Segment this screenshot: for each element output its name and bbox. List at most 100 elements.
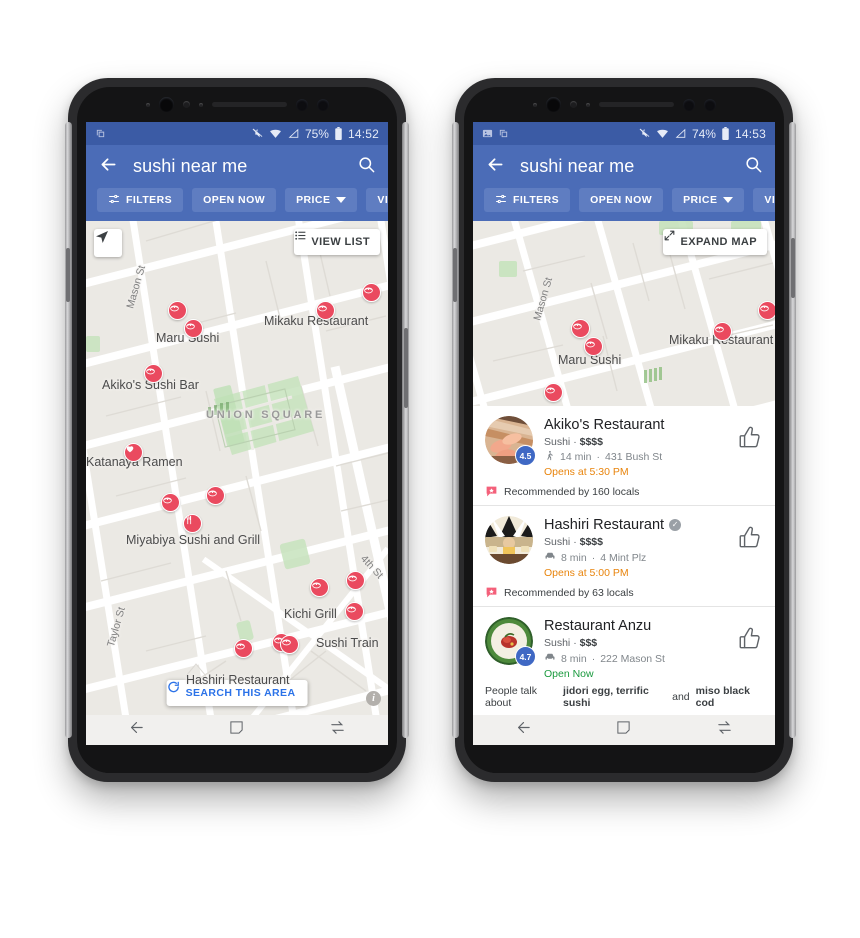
map-pin-sushi[interactable] [234,639,253,658]
map-pin-sushi[interactable] [161,493,180,512]
map-pin-sushi[interactable] [144,364,163,383]
volume-button[interactable] [66,248,70,302]
device-chin [464,745,784,773]
chip-label: OPEN NOW [203,194,266,206]
thumbs-up-icon[interactable] [737,425,763,451]
chip-filters[interactable]: FILTERS [97,188,184,212]
filter-chip-row[interactable]: FILTERS OPEN NOW PRICE VISITED BY FRIEND… [473,188,775,212]
rating-badge: 4.7 [515,646,536,668]
battery-percent: 75% [304,126,329,141]
map-pin-sushi[interactable] [758,301,775,320]
power-button[interactable] [791,238,795,298]
footer-text: People talk about [485,685,537,710]
recents-nav-icon[interactable] [329,719,346,741]
recents-nav-icon[interactable] [716,719,733,741]
recommendation-text: Recommended by 160 locals [504,485,640,498]
price-level: $$$$ [579,536,603,549]
device-top-sensors [77,87,397,122]
back-arrow-icon[interactable] [485,154,506,180]
place-name[interactable]: Restaurant Anzu [544,617,726,635]
chip-visited-by-friends[interactable]: VISITED BY FRIENDS [753,188,775,212]
list-item[interactable]: 4.7 Restaurant Anzu Sushi · $$$ 8 min · … [473,607,775,715]
front-camera-icon [158,97,174,112]
search-row: sushi near me [473,145,775,188]
chip-open-now[interactable]: OPEN NOW [192,188,277,212]
map-pin-sushi[interactable] [184,319,203,338]
map-pin-sushi[interactable] [713,322,732,341]
chip-visited-by-friends[interactable]: VISITED BY FRIENDS [366,188,388,212]
map-pin-sushi[interactable] [362,283,381,302]
search-icon[interactable] [744,155,763,179]
screenshot-icon [95,128,106,139]
chip-filters[interactable]: FILTERS [484,188,571,212]
back-nav-icon[interactable] [128,719,145,741]
device-bezel: 75% 14:52 sushi near me FILTERS OPEN NOW… [77,87,397,773]
power-button[interactable] [404,328,408,408]
status-bar: 74% 14:53 [473,122,775,145]
expand-map-button[interactable]: EXPAND MAP [663,229,767,255]
search-icon[interactable] [357,155,376,179]
chip-label: VISITED BY FRIENDS [764,194,775,206]
map-pin-sushi[interactable] [584,337,603,356]
device-side-rail-right [402,122,409,738]
expand-map-label: EXPAND MAP [680,236,757,248]
home-nav-icon[interactable] [229,720,244,740]
map-pin-sushi[interactable] [346,571,365,590]
chip-open-now[interactable]: OPEN NOW [579,188,664,212]
map-pin-sushi[interactable] [345,602,364,621]
filter-chip-row[interactable]: FILTERS OPEN NOW PRICE VISITED BY FRIEND… [86,188,388,212]
iris-scanner-icon [682,98,695,111]
sensor-dot-icon [532,102,537,107]
mute-icon [251,127,264,140]
place-name[interactable]: Akiko's Restaurant [544,416,726,434]
map-pin-sushi[interactable] [544,383,563,402]
screenshot-canvas: 75% 14:52 sushi near me FILTERS OPEN NOW… [0,0,860,938]
travel-info: 8 min · 222 Mason St [544,651,726,666]
list-item[interactable]: Hashiri Restaurant ✓ Sushi · $$$$ 8 min … [473,506,775,606]
results-list[interactable]: 4.5 Akiko's Restaurant Sushi · $$$$ 14 m… [473,406,775,715]
map-label: Sushi Train [316,636,379,650]
back-nav-icon[interactable] [515,719,532,741]
price-level: $$$ [579,637,598,650]
map-pin-sushi[interactable] [280,635,299,654]
back-arrow-icon[interactable] [98,154,119,180]
volume-button[interactable] [453,248,457,302]
wifi-icon [656,127,669,140]
map-canvas[interactable]: VIEW LIST SEARCH THIS AREA i Mason St Tay… [86,221,388,715]
map-pin-heart[interactable] [124,443,143,462]
place-category: Sushi · $$$ [544,637,726,649]
map-pin-sushi[interactable] [206,486,225,505]
map-pin-sushi[interactable] [168,301,187,320]
thumbs-up-icon[interactable] [737,626,763,652]
map-canvas[interactable]: EXPAND MAP Mason St Mikaku Restaurant Maru… [473,221,775,406]
map-pin-sushi[interactable] [310,578,329,597]
info-icon[interactable]: i [366,691,381,706]
highlight-term: jidori egg, terrific sushi [563,685,649,710]
sensor-dot-icon [182,101,190,108]
place-category: Sushi · $$$$ [544,436,726,448]
left-phone-screen: 75% 14:52 sushi near me FILTERS OPEN NOW… [86,122,388,745]
device-chin [77,745,397,773]
chip-label: PRICE [296,194,331,206]
list-item[interactable]: 4.5 Akiko's Restaurant Sushi · $$$$ 14 m… [473,406,775,505]
image-icon [482,128,493,139]
recommend-bubble-icon [485,485,498,498]
battery-icon [334,127,343,140]
search-input[interactable]: sushi near me [133,156,343,177]
map-pin-cutlery[interactable] [183,514,202,533]
chip-label: PRICE [683,194,718,206]
place-name[interactable]: Hashiri Restaurant ✓ [544,516,726,534]
dot-separator: · [591,652,596,665]
search-input[interactable]: sushi near me [520,156,730,177]
thumbs-up-icon[interactable] [737,525,763,551]
map-pin-sushi[interactable] [316,301,335,320]
map-pin-sushi[interactable] [571,319,590,338]
travel-time: 8 min [561,652,587,665]
view-list-button[interactable]: VIEW LIST [294,229,380,255]
chip-price[interactable]: PRICE [285,188,358,212]
verified-badge-icon: ✓ [669,519,682,532]
home-nav-icon[interactable] [616,720,631,740]
my-location-button[interactable] [94,229,122,257]
chip-price[interactable]: PRICE [672,188,745,212]
category-text: Sushi [544,436,571,449]
